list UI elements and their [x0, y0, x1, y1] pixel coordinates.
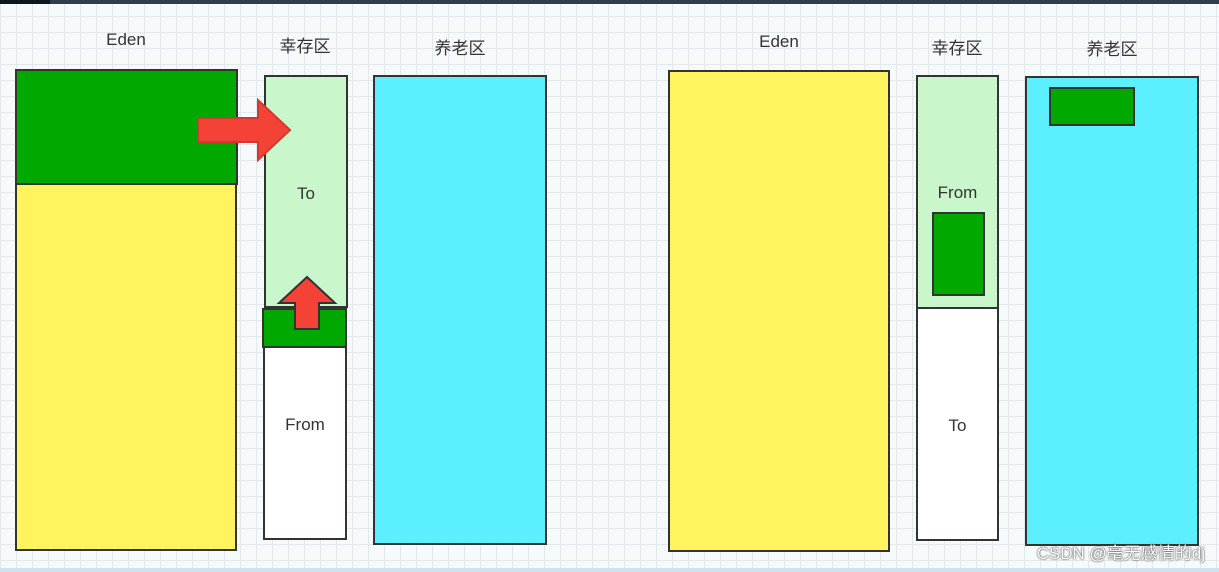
right-old-live-objects	[1049, 87, 1135, 126]
left-eden-label: Eden	[106, 30, 146, 49]
right-from-label: From	[937, 183, 978, 202]
right-arrow-icon	[197, 97, 292, 163]
right-eden-label: Eden	[759, 32, 799, 51]
window-bottom-bar	[0, 568, 1219, 572]
right-old-label: 养老区	[1086, 40, 1138, 59]
up-arrow-icon	[276, 275, 338, 330]
watermark: CSDN @毫无感情的dj	[1036, 544, 1205, 563]
right-from-live-objects	[932, 212, 985, 296]
right-survivor-label: 幸存区	[931, 39, 983, 58]
right-eden-space	[668, 70, 890, 552]
left-to-label: To	[297, 184, 315, 203]
window-top-bar	[0, 0, 1219, 4]
left-survivor-label: 幸存区	[279, 37, 331, 56]
right-old-space	[1025, 76, 1199, 546]
window-top-bar-dark	[0, 0, 50, 4]
left-old-label: 养老区	[434, 39, 486, 58]
left-old-space	[373, 75, 547, 545]
left-from-label: From	[285, 415, 325, 434]
right-to-label: To	[948, 416, 967, 435]
